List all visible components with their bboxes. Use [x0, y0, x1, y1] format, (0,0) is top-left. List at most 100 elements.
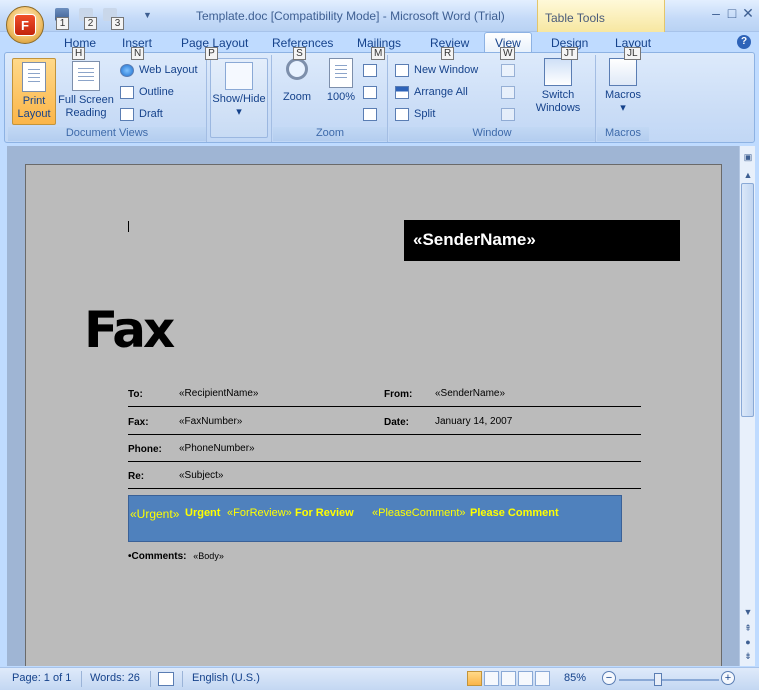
field-value[interactable]: «RecipientName»	[179, 388, 259, 399]
customize-qat-icon[interactable]: ▼	[143, 10, 152, 20]
split-button[interactable]: Split	[395, 105, 435, 123]
web-layout-view-icon[interactable]	[501, 671, 516, 686]
status-divider	[182, 671, 183, 687]
field-label: Fax:	[128, 417, 149, 428]
switch-windows-label-2: Windows	[535, 102, 581, 114]
keytip-page-layout: P	[205, 47, 218, 60]
field-label: To:	[128, 389, 143, 400]
zoom-level[interactable]: 85%	[564, 672, 586, 684]
vertical-scrollbar[interactable]: ▣ ▲ ▼ ⇞ ● ⇟	[739, 146, 755, 666]
print-layout-view-icon[interactable]	[467, 671, 482, 686]
field-value[interactable]: «PhoneNumber»	[179, 443, 255, 454]
zoom-slider-thumb[interactable]	[654, 673, 662, 686]
zoom-in-icon[interactable]: +	[721, 671, 735, 685]
keytip-insert: N	[131, 47, 145, 60]
draft-button[interactable]: Draft	[120, 105, 163, 123]
next-page-icon[interactable]: ⇟	[741, 649, 755, 663]
draft-label: Draft	[139, 108, 163, 120]
keytip-design: JT	[561, 47, 579, 60]
field-value[interactable]: «Subject»	[179, 470, 223, 481]
page-100-icon	[329, 58, 353, 88]
arrange-all-label: Arrange All	[414, 86, 468, 98]
show-hide-label: Show/Hide	[212, 93, 266, 105]
proofing-icon[interactable]	[158, 672, 174, 686]
zoom-out-icon[interactable]: −	[602, 671, 616, 685]
urgent-option[interactable]: Urgent	[185, 507, 220, 519]
page-count[interactable]: Page: 1 of 1	[12, 672, 71, 684]
zoom-button[interactable]: Zoom	[277, 58, 317, 104]
zoom-label: Zoom	[282, 91, 312, 103]
sync-scrolling-button[interactable]	[501, 83, 520, 101]
help-icon[interactable]: ?	[737, 35, 751, 49]
scroll-up-icon[interactable]: ▲	[741, 168, 755, 182]
for-review-field[interactable]: «ForReview»	[227, 507, 292, 519]
keytip-home: H	[72, 47, 86, 60]
previous-page-icon[interactable]: ⇞	[741, 621, 755, 635]
macros-icon	[609, 58, 637, 86]
status-bar: Page: 1 of 1 Words: 26 English (U.S.) 85…	[0, 667, 759, 690]
full-screen-view-icon[interactable]	[484, 671, 499, 686]
word-count[interactable]: Words: 26	[90, 672, 140, 684]
zoom-slider[interactable]	[619, 679, 719, 681]
print-layout-icon	[22, 62, 46, 92]
zoom-100-button[interactable]: 100%	[321, 58, 361, 104]
macros-button[interactable]: Macros ▾	[601, 58, 645, 115]
for-review-option[interactable]: For Review	[295, 507, 354, 519]
field-value[interactable]: «SenderName»	[435, 388, 505, 399]
language[interactable]: English (U.S.)	[192, 672, 260, 684]
field-value[interactable]: January 14, 2007	[435, 416, 512, 427]
field-row: Phone: «PhoneNumber»	[128, 435, 641, 462]
scroll-down-icon[interactable]: ▼	[741, 605, 755, 619]
switch-windows-button[interactable]: Switch Windows	[529, 58, 587, 115]
group-label-document-views: Document Views	[8, 127, 206, 141]
keytip-qat-3: 3	[111, 17, 124, 30]
group-window: New Window Arrange All Split Switch Wind…	[389, 55, 596, 142]
split-label: Split	[414, 108, 436, 120]
switch-windows-label-1: Switch	[541, 89, 575, 101]
group-label-zoom: Zoom	[273, 127, 387, 141]
reset-window-button[interactable]	[501, 105, 520, 123]
ruler-toggle-icon[interactable]: ▣	[741, 150, 755, 164]
show-hide-button[interactable]: Show/Hide ▾	[210, 58, 268, 138]
arrange-all-button[interactable]: Arrange All	[395, 83, 468, 101]
please-comment-field[interactable]: «PleaseComment»	[372, 507, 466, 519]
field-label: Date:	[384, 417, 410, 428]
two-pages-button[interactable]	[363, 83, 382, 101]
keytip-layout: JL	[624, 47, 641, 60]
web-layout-button[interactable]: Web Layout	[120, 61, 198, 79]
office-button[interactable]: F	[6, 6, 44, 44]
select-browse-object-icon[interactable]: ●	[741, 635, 755, 649]
new-window-icon	[395, 63, 409, 77]
two-pages-icon	[363, 85, 377, 99]
outline-view-icon[interactable]	[518, 671, 533, 686]
field-row: Re: «Subject»	[128, 462, 641, 489]
outline-label: Outline	[139, 86, 174, 98]
comments-label: •Comments:	[128, 551, 187, 562]
sender-name-box[interactable]: «SenderName»	[404, 220, 680, 261]
text-cursor	[128, 221, 129, 232]
office-logo-icon: F	[14, 14, 36, 36]
one-page-button[interactable]	[363, 61, 382, 79]
web-layout-label: Web Layout	[139, 64, 198, 76]
document-page[interactable]: «SenderName» Fax To: «RecipientName» Fro…	[25, 164, 722, 666]
close-button[interactable]: ✕	[739, 6, 757, 22]
comments-value[interactable]: «Body»	[193, 551, 224, 561]
please-comment-option[interactable]: Please Comment	[470, 507, 559, 519]
field-label: Re:	[128, 471, 145, 482]
new-window-button[interactable]: New Window	[395, 61, 478, 79]
field-row: To: «RecipientName» From: «SenderName»	[128, 380, 641, 407]
draft-view-icon[interactable]	[535, 671, 550, 686]
globe-icon	[120, 63, 134, 77]
outline-button[interactable]: Outline	[120, 83, 174, 101]
outline-icon	[120, 85, 134, 99]
view-side-by-side-button[interactable]	[501, 61, 520, 79]
scroll-thumb[interactable]	[741, 183, 754, 417]
group-label-window: Window	[389, 127, 595, 141]
field-value[interactable]: «FaxNumber»	[179, 416, 242, 427]
full-screen-reading-button[interactable]: Full Screen Reading	[58, 58, 114, 125]
table-tools-context: Table Tools	[537, 0, 665, 32]
page-width-button[interactable]	[363, 105, 382, 123]
side-by-side-icon	[501, 63, 515, 77]
urgent-field[interactable]: «Urgent»	[130, 507, 179, 521]
print-layout-button[interactable]: Print Layout	[12, 58, 56, 125]
